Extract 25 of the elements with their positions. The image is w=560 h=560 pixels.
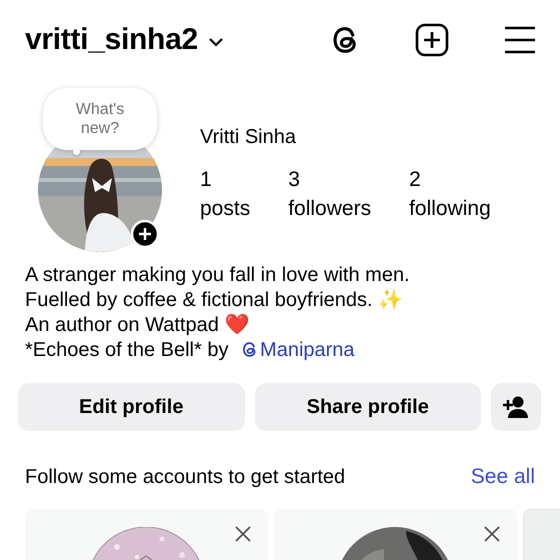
add-person-icon (502, 395, 530, 419)
add-post-icon[interactable] (414, 22, 450, 58)
close-icon[interactable] (234, 525, 252, 543)
username[interactable]: vritti_sinha2 (25, 23, 198, 57)
section-title: Follow some accounts to get started (25, 466, 346, 488)
profile-name: Vritti Sinha (200, 126, 297, 149)
stat-label[interactable]: following (409, 194, 491, 223)
stat-count[interactable]: 3 (288, 165, 372, 194)
profile-action-button[interactable]: Share profile (254, 383, 481, 431)
stat-label[interactable]: posts (200, 194, 250, 223)
suggestion-card[interactable] (274, 509, 517, 560)
see-all-link[interactable]: See all (470, 465, 535, 489)
bio-text: A stranger making you fall in love with men. (25, 264, 410, 286)
stat-count[interactable]: 2 (409, 165, 491, 194)
bio-text: Fuelled by coffee & fictional boyfriends. ✨ (25, 289, 404, 311)
stat-label[interactable]: followers (288, 194, 372, 223)
stat-count[interactable]: 1 (200, 165, 250, 194)
mention-link[interactable]: Maniparna (234, 339, 355, 361)
bio-text: *Echoes of the Bell* by (25, 339, 228, 361)
close-icon[interactable] (483, 525, 501, 543)
add-person-button[interactable] (491, 383, 541, 431)
profile-action-button[interactable]: Edit profile (18, 383, 244, 431)
add-story-icon[interactable] (131, 220, 159, 248)
bio-text: An author on Wattpad ❤ (25, 314, 250, 336)
note-tooltip[interactable]: What's new? (43, 88, 157, 150)
